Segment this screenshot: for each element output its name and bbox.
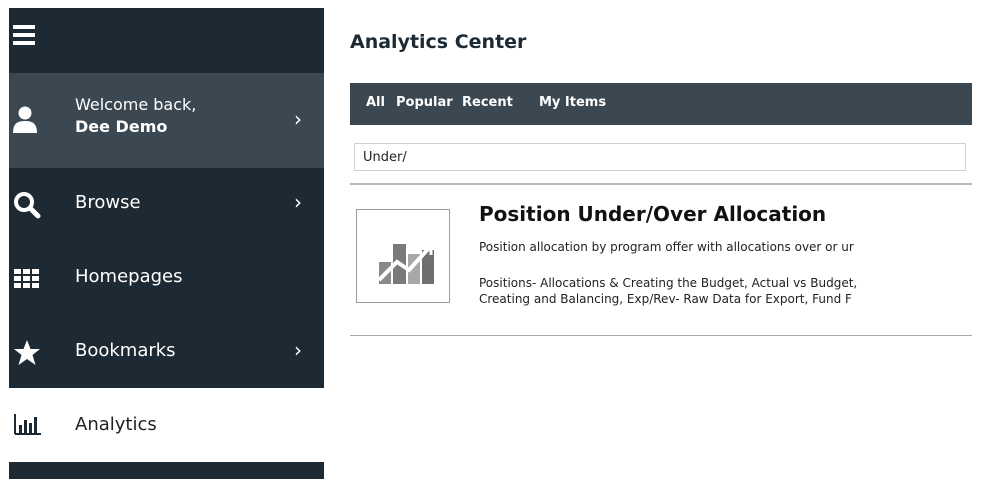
result-thumbnail[interactable] (356, 209, 450, 303)
result-description: Position allocation by program offer wit… (479, 240, 854, 254)
divider (350, 183, 972, 185)
tab-bar: All Popular Recent My Items (350, 83, 972, 125)
sidebar-item-label: Bookmarks (75, 340, 176, 361)
tab-all[interactable]: All (366, 95, 385, 110)
tab-my-items[interactable]: My Items (539, 95, 606, 110)
sidebar-header (9, 8, 324, 73)
sidebar-item-label: Browse (75, 192, 141, 213)
page-title: Analytics Center (350, 31, 527, 53)
sidebar-item-label: Homepages (75, 266, 183, 287)
result-tags-line: Positions- Allocations & Creating the Bu… (479, 276, 858, 290)
sidebar-item-browse[interactable]: Browse › (9, 168, 324, 240)
chevron-right-icon: › (294, 190, 302, 214)
user-icon (13, 106, 37, 133)
user-profile-item[interactable]: Welcome back, Dee Demo › (9, 73, 324, 168)
divider (350, 335, 972, 336)
result-title[interactable]: Position Under/Over Allocation (479, 202, 826, 226)
sidebar-item-analytics[interactable]: Analytics (9, 388, 324, 462)
bar-chart-icon (14, 414, 41, 435)
sidebar-item-homepages[interactable]: Homepages (9, 242, 324, 314)
grid-icon (14, 269, 39, 288)
welcome-text: Welcome back, (75, 95, 197, 114)
sidebar: Welcome back, Dee Demo › Browse › Homepa… (9, 8, 324, 479)
result-tags-line: Creating and Balancing, Exp/Rev- Raw Dat… (479, 292, 852, 306)
analytics-chart-icon (377, 244, 434, 284)
hamburger-menu-icon[interactable] (13, 25, 37, 45)
search-input[interactable] (354, 143, 966, 171)
sidebar-item-bookmarks[interactable]: Bookmarks › (9, 316, 324, 388)
chevron-right-icon: › (294, 338, 302, 362)
search-icon (14, 192, 41, 219)
sidebar-footer (9, 462, 324, 479)
chevron-right-icon: › (294, 107, 302, 131)
sidebar-nav: Browse › Homepages Bookmarks › (9, 168, 324, 388)
star-icon (14, 340, 40, 365)
main-content: Analytics Center All Popular Recent My I… (324, 0, 972, 479)
user-name: Dee Demo (75, 117, 168, 136)
sidebar-item-label: Analytics (75, 414, 157, 435)
tab-popular[interactable]: Popular (396, 95, 453, 110)
result-tags: Positions- Allocations & Creating the Bu… (479, 275, 972, 307)
tab-recent[interactable]: Recent (462, 95, 513, 110)
